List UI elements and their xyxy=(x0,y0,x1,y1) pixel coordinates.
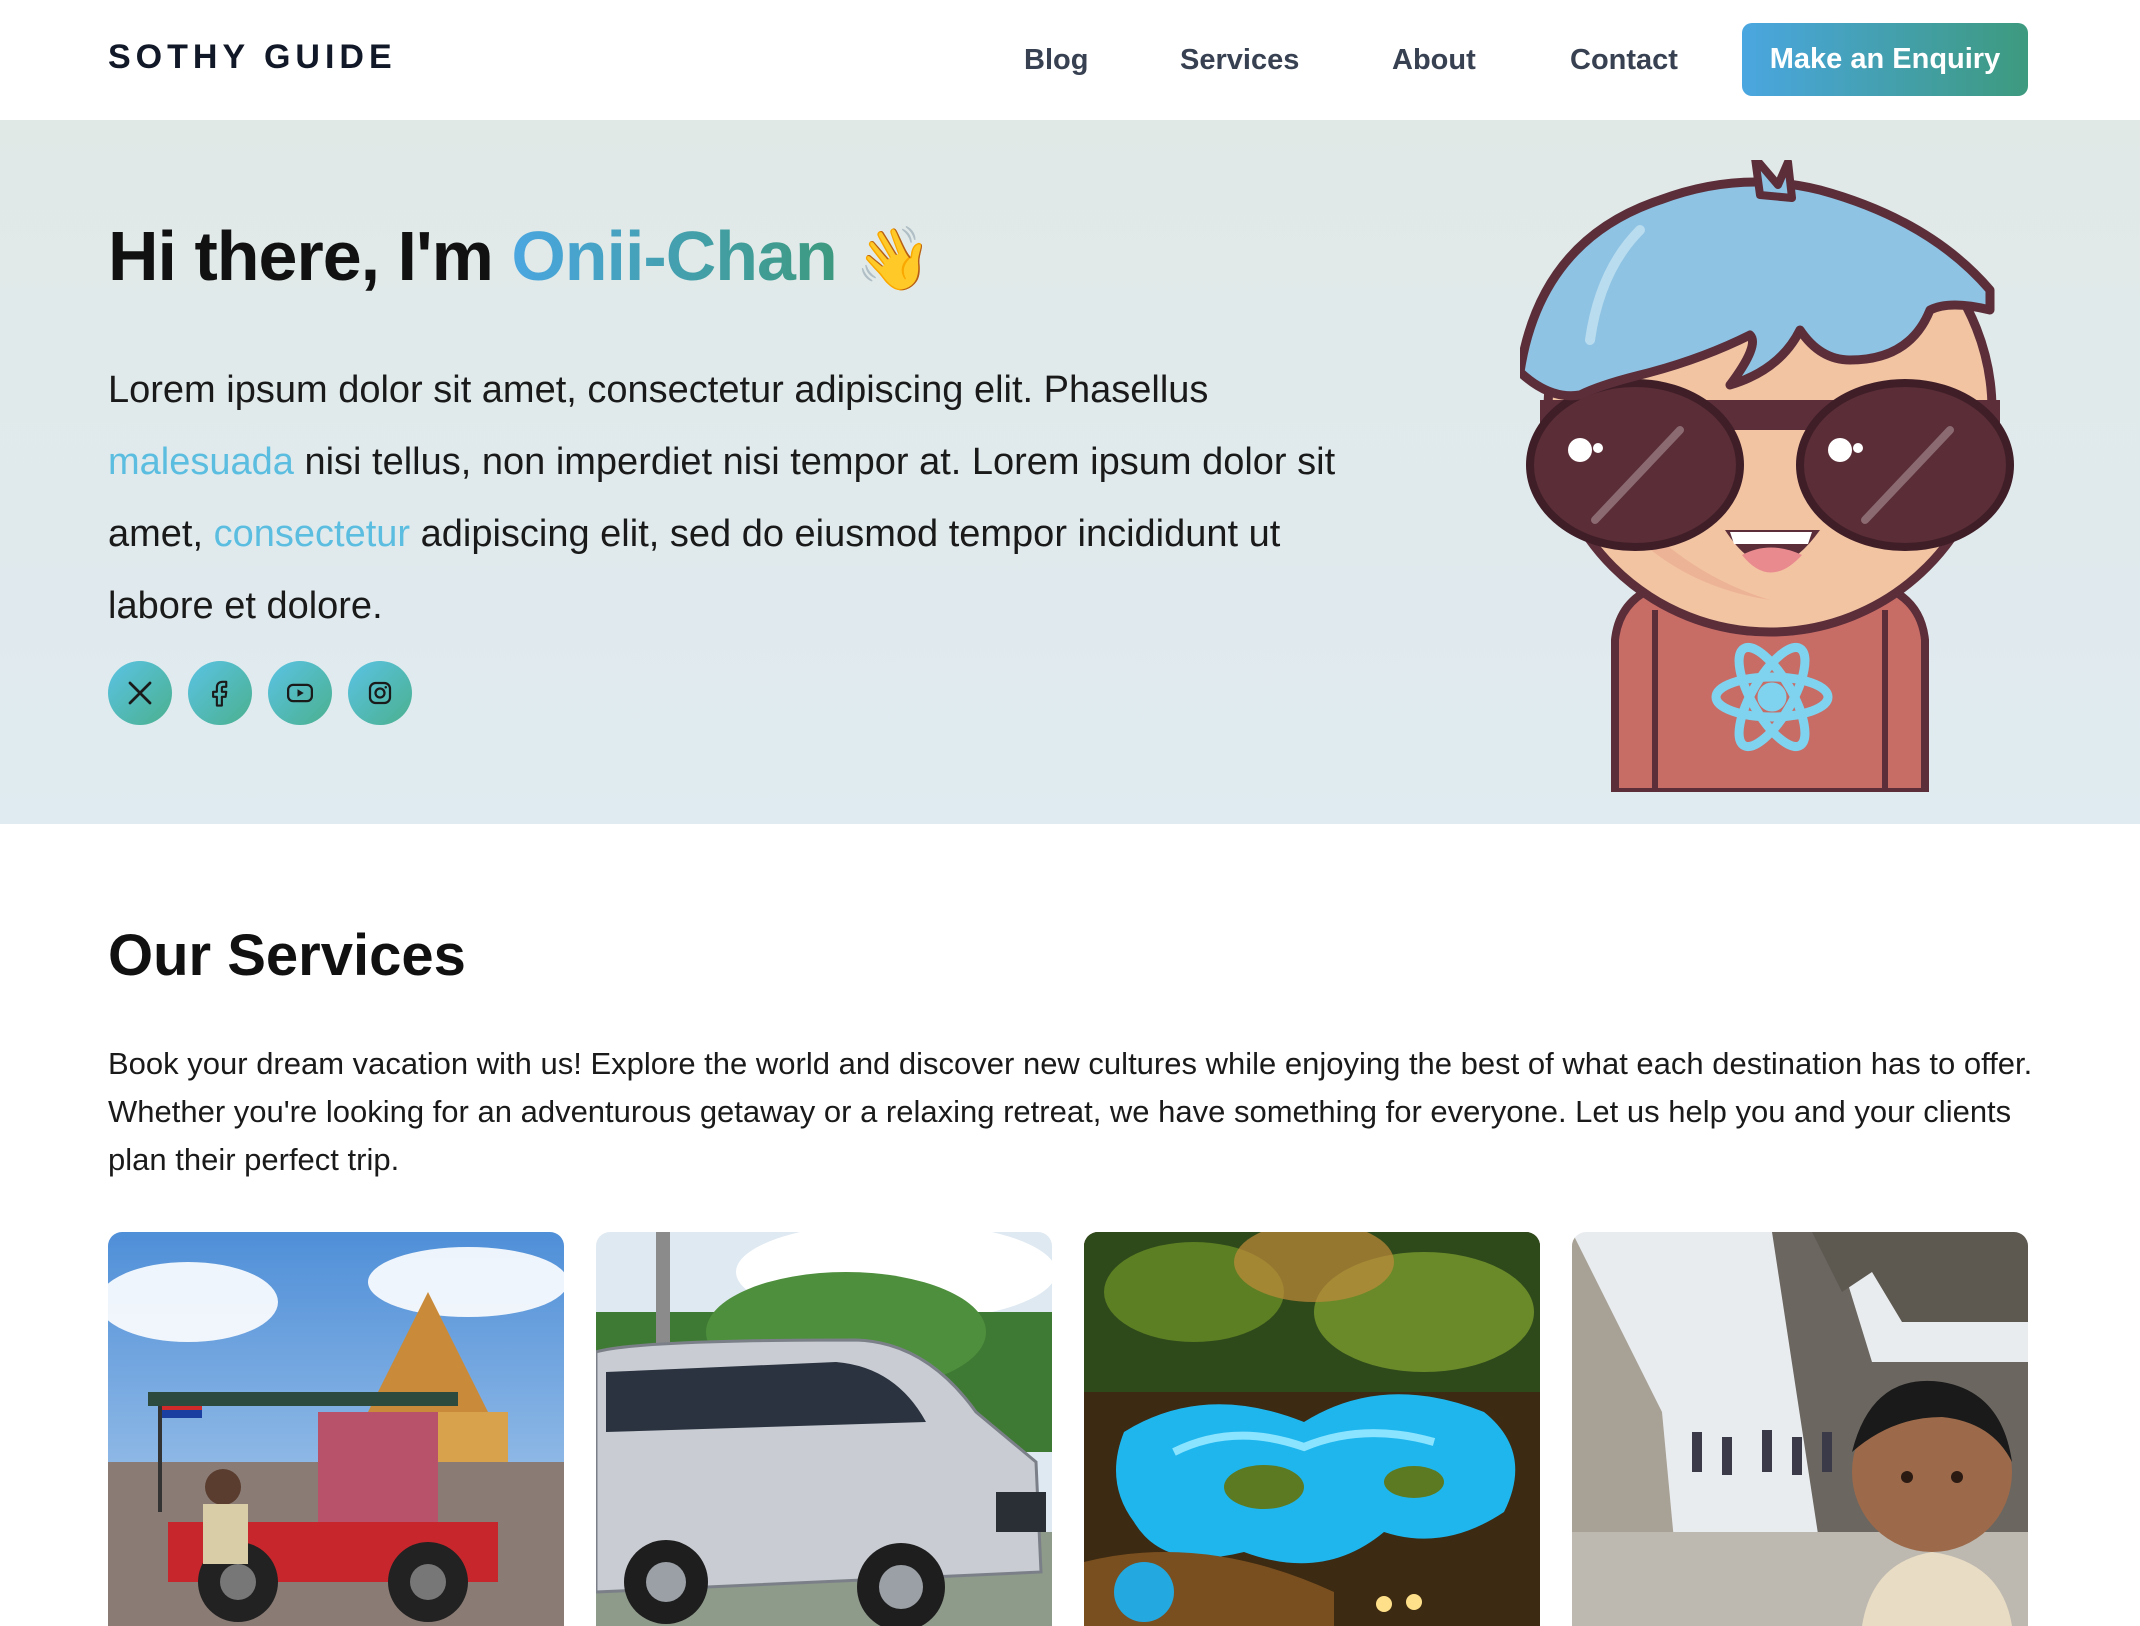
hero-greeting: Hi there, I'm xyxy=(108,217,512,295)
x-icon xyxy=(128,681,152,705)
tuk-tuk-photo xyxy=(108,1232,564,1626)
temple-guide-photo xyxy=(1572,1232,2028,1626)
hero-link-malesuada[interactable]: malesuada xyxy=(108,441,294,483)
waving-hand-icon: 👋 xyxy=(855,225,932,294)
nav-blog[interactable]: Blog xyxy=(1024,44,1088,77)
nav-contact[interactable]: Contact xyxy=(1570,44,1678,77)
facebook-icon xyxy=(212,680,228,707)
services-title: Our Services xyxy=(108,923,466,988)
minivan-photo xyxy=(596,1232,1052,1626)
instagram-icon xyxy=(368,681,392,705)
brand-logo[interactable]: SOTHY GUIDE xyxy=(108,38,397,77)
facebook-social-button[interactable] xyxy=(188,661,252,725)
youtube-social-button[interactable] xyxy=(268,661,332,725)
make-enquiry-button[interactable]: Make an Enquiry xyxy=(1742,23,2028,96)
hero-description: Lorem ipsum dolor sit amet, consectetur … xyxy=(108,354,1348,642)
site-header: SOTHY GUIDE Blog Services About Contact … xyxy=(0,0,2140,120)
cartoon-avatar xyxy=(1520,160,2014,792)
service-card[interactable] xyxy=(108,1232,564,1626)
service-card[interactable] xyxy=(1084,1232,1540,1626)
services-description: Book your dream vacation with us! Explor… xyxy=(108,1046,2033,1177)
x-social-button[interactable] xyxy=(108,661,172,725)
hero-title: Hi there, I'm Onii-Chan 👋 xyxy=(108,216,932,296)
instagram-social-button[interactable] xyxy=(348,661,412,725)
service-card[interactable] xyxy=(596,1232,1052,1626)
youtube-icon xyxy=(287,683,313,703)
hero-section: Hi there, I'm Onii-Chan 👋 Lorem ipsum do… xyxy=(0,120,2140,824)
resort-pool-photo xyxy=(1084,1232,1540,1626)
hero-name: Onii-Chan xyxy=(511,217,837,295)
nav-about[interactable]: About xyxy=(1392,44,1476,77)
nav-services[interactable]: Services xyxy=(1180,44,1299,77)
hero-link-consectetur[interactable]: consectetur xyxy=(214,513,410,555)
hero-text-part-1: Lorem ipsum dolor sit amet, consectetur … xyxy=(108,369,1209,411)
service-card[interactable] xyxy=(1572,1232,2028,1626)
